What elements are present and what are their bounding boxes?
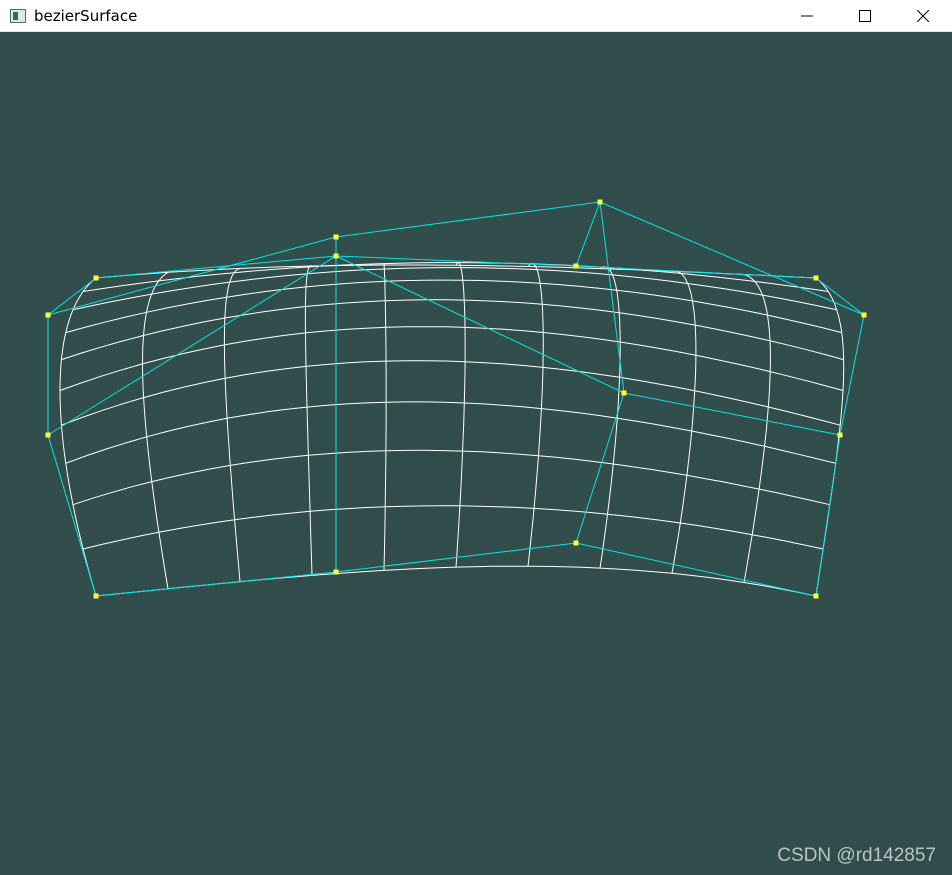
control-point[interactable] bbox=[45, 432, 51, 438]
mesh-v-line bbox=[141, 271, 169, 589]
control-net-row bbox=[95, 255, 817, 279]
close-icon bbox=[917, 9, 929, 22]
mesh-v-line bbox=[743, 274, 771, 583]
control-point[interactable] bbox=[93, 593, 99, 599]
control-point[interactable] bbox=[93, 275, 99, 281]
control-point[interactable] bbox=[333, 253, 339, 259]
close-button[interactable] bbox=[894, 0, 952, 31]
mesh-u-line bbox=[95, 565, 817, 597]
mesh-u-line bbox=[72, 449, 830, 506]
control-point[interactable] bbox=[837, 432, 843, 438]
control-point[interactable] bbox=[333, 234, 339, 240]
control-point[interactable] bbox=[45, 312, 51, 318]
control-net bbox=[47, 201, 865, 597]
minimize-icon bbox=[801, 15, 813, 16]
maximize-icon bbox=[859, 9, 871, 22]
mesh-u-line bbox=[65, 401, 836, 464]
watermark: CSDN @rd142857 bbox=[777, 845, 936, 866]
mesh-v-line bbox=[527, 263, 544, 567]
control-point[interactable] bbox=[861, 312, 867, 318]
maximize-button[interactable] bbox=[836, 0, 894, 31]
mesh-u-line bbox=[61, 360, 841, 426]
title-bar: bezierSurface bbox=[0, 0, 952, 32]
control-point[interactable] bbox=[333, 569, 339, 575]
opengl-viewport[interactable]: CSDN @rd142857 bbox=[0, 32, 952, 875]
control-point[interactable] bbox=[573, 263, 579, 269]
mesh-v-line bbox=[304, 265, 313, 576]
control-point[interactable] bbox=[813, 275, 819, 281]
mesh-v-line bbox=[671, 270, 697, 574]
control-point[interactable] bbox=[621, 390, 627, 396]
mesh-u-line bbox=[65, 279, 842, 334]
control-net-row bbox=[95, 542, 817, 597]
mesh-u-line bbox=[82, 505, 824, 550]
mesh-u-line bbox=[61, 299, 844, 361]
control-net-column bbox=[47, 277, 97, 597]
mesh-v-line bbox=[383, 263, 387, 571]
window-controls bbox=[778, 0, 952, 31]
bezier-surface-canvas bbox=[45, 199, 867, 599]
surface-mesh bbox=[59, 261, 845, 597]
control-net-row bbox=[47, 201, 865, 316]
mesh-u-line bbox=[59, 326, 844, 391]
window-title: bezierSurface bbox=[34, 6, 138, 25]
control-point[interactable] bbox=[813, 593, 819, 599]
control-points bbox=[45, 199, 867, 599]
app-window-icon bbox=[10, 8, 26, 23]
control-point[interactable] bbox=[573, 540, 579, 546]
control-point[interactable] bbox=[597, 199, 603, 205]
minimize-button[interactable] bbox=[778, 0, 836, 31]
mesh-v-line bbox=[455, 261, 466, 568]
